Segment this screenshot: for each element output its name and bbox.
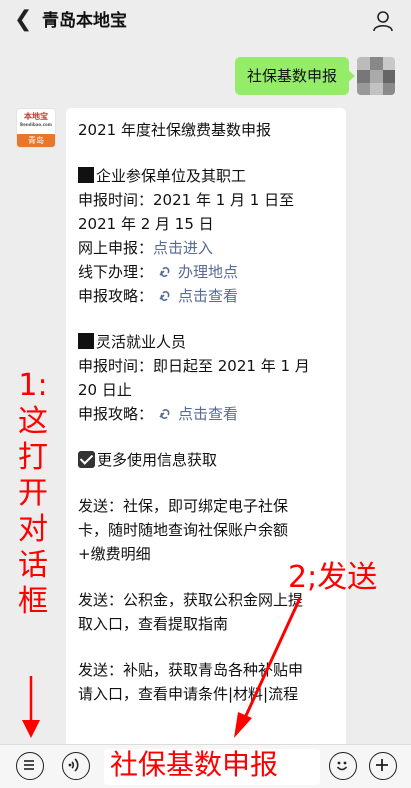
section2-heading: 灵活就业人员	[78, 330, 334, 354]
reply-title: 2021 年度社保缴费基数申报	[78, 121, 271, 139]
person-icon[interactable]	[371, 9, 395, 33]
black-square-icon	[78, 333, 94, 349]
tip1-line1: 发送：社保，即可绑定电子社保	[78, 497, 289, 515]
outgoing-message-bubble[interactable]: 社保基数申报	[234, 57, 356, 95]
black-square-icon	[78, 167, 94, 183]
voice-icon[interactable]	[62, 752, 90, 780]
plus-icon[interactable]	[369, 752, 397, 780]
annotation-open-dialog: 1: 这 打 开 对 话 框	[18, 368, 48, 619]
bot-avatar[interactable]: 本地宝 Bendibao.com 青岛	[16, 108, 56, 148]
section2-time-line1: 申报时间：即日起至 2021 年 1 月	[78, 357, 310, 375]
section1-time-line1: 申报时间：2021 年 1 月 1 日至	[78, 191, 295, 209]
chat-header: ❮ 青岛本地宝	[0, 0, 411, 42]
section2-guide-row: 申报攻略： 点击查看	[78, 405, 239, 423]
guide-link-2[interactable]: 点击查看	[178, 405, 238, 423]
message-input-text: 社保基数申报	[110, 748, 279, 781]
tip2-line2: 取入口，查看提取指南	[78, 615, 229, 633]
more-info-row: 更多使用信息获取	[78, 448, 334, 472]
link-icon	[159, 267, 170, 277]
user-avatar[interactable]	[357, 57, 395, 95]
chat-title: 青岛本地宝	[42, 11, 127, 31]
guide-link-1[interactable]: 点击查看	[178, 287, 238, 305]
link-icon	[159, 291, 170, 301]
section1-heading: 企业参保单位及其职工	[78, 164, 334, 188]
section1-online-row: 网上申报：点击进入	[78, 239, 214, 257]
section1-time-line2: 2021 年 2 月 15 日	[78, 215, 214, 233]
office-location-link[interactable]: 办理地点	[178, 263, 238, 281]
back-icon[interactable]: ❮	[14, 8, 32, 32]
bot-logo: 本地宝 Bendibao.com	[20, 112, 52, 127]
tip3-line1: 发送：补贴，获取青岛各种补贴申	[78, 661, 304, 679]
input-bar: 社保基数申报	[0, 744, 411, 788]
link-icon	[159, 409, 170, 419]
outgoing-message-text: 社保基数申报	[246, 67, 337, 85]
bot-city-label: 青岛	[17, 134, 55, 147]
tip1-line2: 卡，随时随地查询社保账户余额	[78, 521, 289, 539]
tip3-line2: 请入口，查看申请条件|材料|流程	[78, 685, 299, 703]
reply-message-bubble: 2021 年度社保缴费基数申报 企业参保单位及其职工 申报时间：2021 年 1…	[66, 108, 346, 748]
section2-time-line2: 20 日止	[78, 381, 132, 399]
online-apply-link[interactable]: 点击进入	[153, 239, 213, 257]
section1-offline-row: 线下办理： 办理地点	[78, 263, 239, 281]
menu-icon[interactable]	[16, 752, 44, 780]
annotation-send: 2;发送	[288, 560, 378, 595]
check-box-icon	[78, 451, 95, 468]
emoji-icon[interactable]	[329, 752, 357, 780]
section1-guide-row: 申报攻略： 点击查看	[78, 287, 239, 305]
annotation-arrow-down-icon	[22, 676, 40, 738]
